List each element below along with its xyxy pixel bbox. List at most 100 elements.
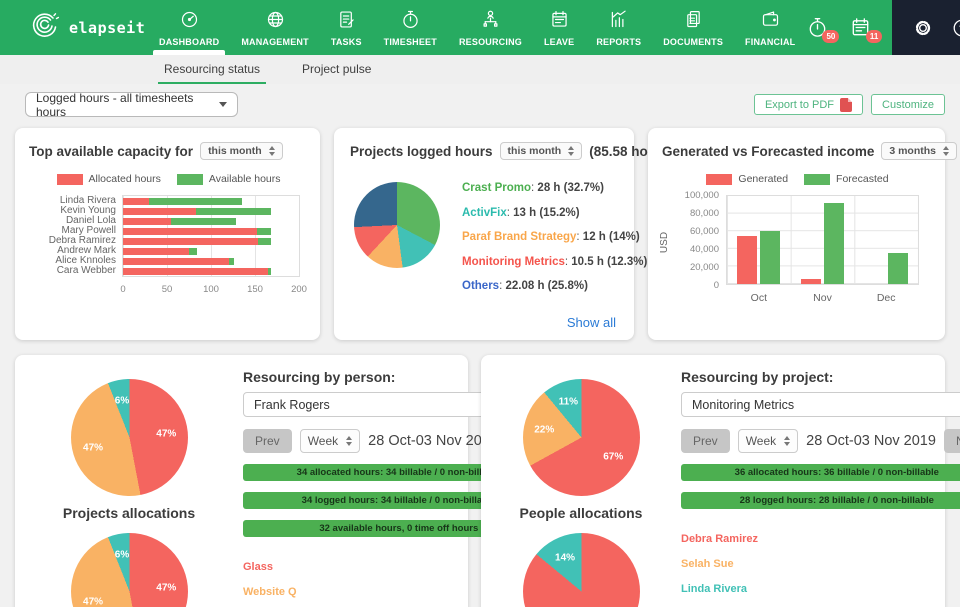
schedule-button[interactable]: 11 xyxy=(849,16,872,39)
brand[interactable]: elapseit xyxy=(0,0,148,55)
customize-button[interactable]: Customize xyxy=(871,94,945,115)
logged-period-select[interactable]: this month xyxy=(500,142,583,160)
nav-item-management[interactable]: MANAGEMENT xyxy=(230,0,320,55)
pie-legend-name: Monitoring Metrics xyxy=(462,256,565,268)
people-allocations-pie: 67%22%11% xyxy=(523,379,640,496)
bar-segment xyxy=(123,258,229,265)
projects-allocations-title: Projects allocations xyxy=(63,505,195,521)
nav-item-leave[interactable]: LEAVE xyxy=(533,0,585,55)
capacity-bar-chart: 050100150200Linda RiveraKevin YoungDanie… xyxy=(29,195,308,307)
nav-item-dashboard[interactable]: DASHBOARD xyxy=(148,0,230,55)
globe-icon xyxy=(265,9,286,35)
nav-item-label: TASKS xyxy=(331,37,362,47)
prev-button[interactable]: Prev xyxy=(681,429,730,453)
help-button[interactable]: ? 1 xyxy=(951,17,960,39)
list-item[interactable]: Linda Rivera xyxy=(681,583,960,595)
capacity-title-text: Top available capacity for xyxy=(29,144,193,159)
list-item[interactable]: Debra Ramirez xyxy=(681,533,960,545)
stacked-bar-row xyxy=(123,268,299,275)
nav-items: DASHBOARDMANAGEMENT TASKS TIMESHEET RESOURC… xyxy=(148,0,806,55)
nav-item-financial[interactable]: FINANCIAL xyxy=(734,0,806,55)
toolbar: Logged hours - all timesheets hours Expo… xyxy=(0,84,960,119)
export-pdf-button[interactable]: Export to PDF xyxy=(754,94,863,115)
logged-period-value: this month xyxy=(508,145,562,157)
x-axis-tick: 50 xyxy=(162,284,173,295)
nav-item-documents[interactable]: DOCUMENTS xyxy=(652,0,734,55)
updown-arrows-icon xyxy=(346,436,352,446)
income-period-value: 3 months xyxy=(889,145,936,157)
logged-pie-legend: Crast Promo: 28 h (32.7%)ActivFix: 13 h … xyxy=(462,182,647,305)
prev-button[interactable]: Prev xyxy=(243,429,292,453)
nav-item-label: TIMESHEET xyxy=(384,37,437,47)
updown-arrows-icon xyxy=(784,436,790,446)
chart-plot-area: 050100150200 xyxy=(122,195,300,277)
metric-select-value: Logged hours - all timesheets hours xyxy=(36,91,219,119)
pie-legend-name: Paraf Brand Strategy xyxy=(462,231,576,243)
person-date-range: 28 Oct-03 Nov 2019 xyxy=(368,433,498,449)
resourcing-by-person-card: 47%47%6% Projects allocations 47%47%6% R… xyxy=(15,355,468,607)
tab-project-pulse[interactable]: Project pulse xyxy=(296,55,377,84)
tab-resourcing-status[interactable]: Resourcing status xyxy=(158,55,266,84)
project-select[interactable]: Monitoring Metrics xyxy=(681,392,960,417)
metric-select[interactable]: Logged hours - all timesheets hours xyxy=(25,92,238,117)
pie-legend-row: Crast Promo: 28 h (32.7%) xyxy=(462,182,647,194)
project-select-value: Monitoring Metrics xyxy=(692,398,794,412)
capacity-legend: Allocated hoursAvailable hours xyxy=(29,173,308,185)
bar-segment xyxy=(257,228,271,235)
timer-button[interactable]: 50 xyxy=(806,16,829,39)
y-axis-tick: 0 xyxy=(662,280,719,291)
legend-swatch xyxy=(706,174,732,185)
pie-slice-label: 22% xyxy=(534,425,554,436)
capacity-period-value: this month xyxy=(208,145,262,157)
calendar-icon xyxy=(549,9,570,35)
legend-label: Forecasted xyxy=(836,173,889,185)
show-all-link[interactable]: Show all xyxy=(567,315,616,330)
stacked-bar-row xyxy=(123,248,299,255)
pie-legend-name: Others xyxy=(462,280,499,292)
capacity-card: Top available capacity for this month Al… xyxy=(15,128,320,340)
y-axis-tick: 20,000 xyxy=(662,262,719,273)
bar-segment xyxy=(123,238,258,245)
week-select[interactable]: Week xyxy=(300,429,360,453)
legend-swatch xyxy=(177,174,203,185)
x-axis-category: Dec xyxy=(854,292,918,304)
nav-right: 50 11 ? 1 xyxy=(806,0,960,55)
pie-legend-row: Monitoring Metrics: 10.5 h (12.3%) xyxy=(462,256,647,268)
bar-segment xyxy=(189,248,197,255)
list-item[interactable]: Selah Sue xyxy=(681,558,960,570)
account-section: ? 1 xyxy=(892,0,960,55)
bar-segment xyxy=(196,208,271,215)
settings-button[interactable] xyxy=(912,17,934,39)
nav-item-resourcing[interactable]: RESOURCING xyxy=(448,0,533,55)
next-button[interactable]: Next xyxy=(944,429,960,453)
nav-item-tasks[interactable]: TASKS xyxy=(320,0,373,55)
pie-legend-value: 10.5 h (12.3%) xyxy=(571,256,647,268)
dashboard-row-1: Top available capacity for this month Al… xyxy=(0,119,960,340)
bar-group xyxy=(854,196,918,284)
capacity-period-select[interactable]: this month xyxy=(200,142,283,160)
documents-icon xyxy=(683,9,704,35)
x-axis-tick: 100 xyxy=(203,284,219,295)
bar-segment xyxy=(149,198,241,205)
resourcing-by-project-card: 67%22%11% People allocations 86%14% Reso… xyxy=(481,355,945,607)
nav-item-label: REPORTS xyxy=(596,37,641,47)
income-card-title: Generated vs Forecasted income 3 months xyxy=(662,142,933,160)
stacked-bar-row xyxy=(123,208,299,215)
nav-item-timesheet[interactable]: TIMESHEET xyxy=(373,0,448,55)
bar-segment xyxy=(268,268,271,275)
people-allocations-pie-2: 86%14% xyxy=(523,533,640,607)
dashboard-icon xyxy=(179,9,200,35)
income-period-select[interactable]: 3 months xyxy=(881,142,957,160)
logged-card-title: Projects logged hours this month (85.58 … xyxy=(350,142,622,160)
week-select-value: Week xyxy=(746,434,776,448)
x-axis-tick: 0 xyxy=(120,284,125,295)
project-date-range: 28 Oct-03 Nov 2019 xyxy=(806,433,936,449)
pie-slice-label: 47% xyxy=(156,582,176,593)
week-select[interactable]: Week xyxy=(738,429,798,453)
bar-segment xyxy=(229,258,234,265)
nav-item-label: DOCUMENTS xyxy=(663,37,723,47)
stopwatch-icon xyxy=(400,9,421,35)
chart-icon xyxy=(608,9,629,35)
nav-item-reports[interactable]: REPORTS xyxy=(585,0,652,55)
top-navbar: elapseit DASHBOARDMANAGEMENT TASKS TIMESHE… xyxy=(0,0,960,55)
